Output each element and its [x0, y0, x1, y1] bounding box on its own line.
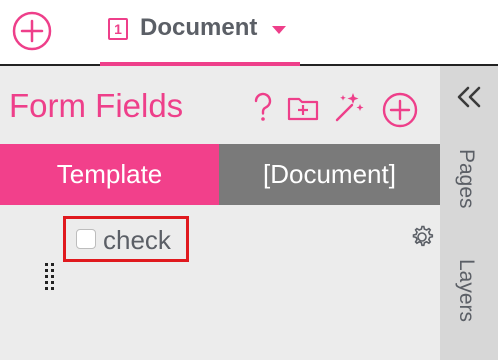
help-icon[interactable] — [246, 90, 280, 124]
tab-template[interactable]: Template — [0, 144, 219, 205]
panel-title: Form Fields — [9, 87, 184, 124]
tab-pages[interactable]: Pages — [454, 149, 478, 209]
document-number-badge: 1 — [108, 18, 128, 40]
form-field-check[interactable]: check — [63, 216, 189, 262]
field-label: check — [103, 225, 171, 255]
magic-wand-icon[interactable] — [332, 90, 366, 124]
double-chevron-left-icon[interactable] — [454, 82, 484, 112]
tab-layers[interactable]: Layers — [454, 259, 478, 322]
gear-icon[interactable] — [409, 224, 435, 250]
drag-handle-icon[interactable] — [43, 262, 57, 294]
add-document-button[interactable] — [11, 10, 53, 52]
document-tab-title: Document — [140, 14, 258, 41]
add-folder-icon[interactable] — [286, 90, 320, 124]
document-tab-bar: 1 Document — [0, 0, 498, 68]
document-tab[interactable]: 1 Document — [100, 0, 300, 68]
form-fields-panel: Form Fields Template [Document] check — [0, 66, 440, 360]
caret-down-icon[interactable] — [272, 26, 286, 34]
right-sidebar: Pages Layers — [440, 66, 498, 360]
add-field-icon[interactable] — [382, 92, 418, 128]
tab-document[interactable]: [Document] — [219, 144, 440, 205]
field-checkbox[interactable] — [76, 229, 96, 249]
